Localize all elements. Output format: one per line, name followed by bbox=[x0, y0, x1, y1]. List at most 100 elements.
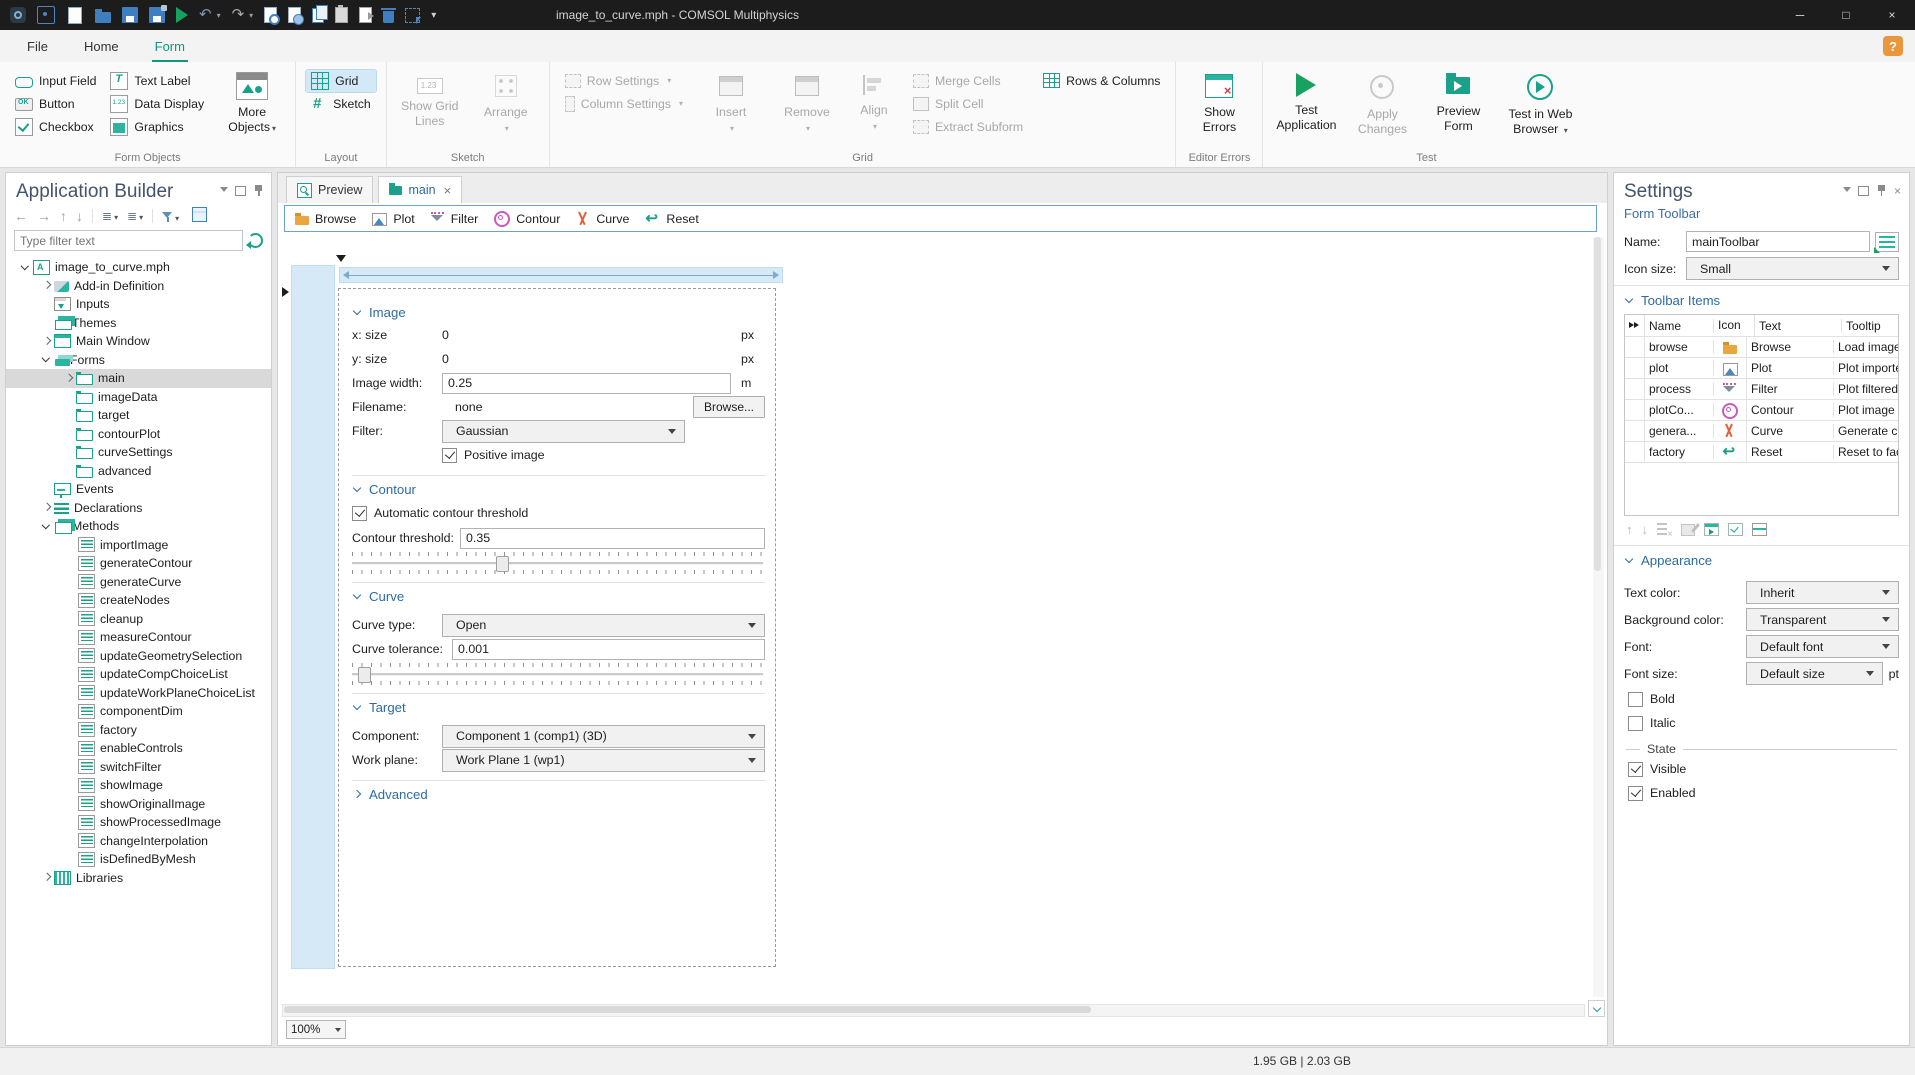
form-toolbar-item[interactable]: Plot bbox=[372, 211, 415, 226]
work-plane-dropdown[interactable]: Work Plane 1 (wp1) bbox=[442, 748, 765, 772]
input-field-button[interactable]: Input Field bbox=[10, 70, 101, 92]
tree-item[interactable]: Forms bbox=[6, 351, 271, 370]
tree-expander-icon[interactable] bbox=[61, 463, 76, 478]
text-label-button[interactable]: Text Label bbox=[105, 70, 209, 92]
tree-expander-icon[interactable] bbox=[61, 815, 76, 830]
tree-expander-icon[interactable] bbox=[39, 870, 54, 885]
font-dropdown[interactable]: Default font bbox=[1746, 635, 1899, 658]
form-toolbar-item[interactable]: Contour bbox=[494, 210, 560, 227]
tree-expander-icon[interactable] bbox=[61, 796, 76, 811]
tree-expander-icon[interactable] bbox=[61, 630, 76, 645]
tree-item[interactable]: Methods bbox=[6, 517, 271, 536]
tab-main[interactable]: main × bbox=[378, 176, 463, 203]
tree-item[interactable]: updateCompChoiceList bbox=[6, 665, 271, 684]
minimize-button[interactable]: ─ bbox=[1777, 0, 1823, 30]
test-application-button[interactable]: Test Application bbox=[1273, 69, 1339, 134]
tree-item[interactable]: Events bbox=[6, 480, 271, 499]
font-size-dropdown[interactable]: Default size bbox=[1746, 662, 1883, 685]
help-button[interactable]: ? bbox=[1883, 36, 1903, 56]
section-collapse-icon[interactable] bbox=[352, 702, 362, 712]
tree-expander-icon[interactable] bbox=[39, 334, 54, 349]
toolbar-item-row[interactable]: factory Reset Reset to fact... bbox=[1625, 441, 1898, 462]
tree-item[interactable]: Libraries bbox=[6, 869, 271, 888]
tree-item[interactable]: imageData bbox=[6, 388, 271, 407]
undo-icon[interactable]: ↶ bbox=[199, 7, 212, 23]
tree-item[interactable]: updateGeometrySelection bbox=[6, 647, 271, 666]
italic-checkbox[interactable]: Italic bbox=[1628, 712, 1675, 734]
icon-size-dropdown[interactable]: Small bbox=[1686, 257, 1899, 280]
contour-threshold-input[interactable] bbox=[460, 527, 765, 549]
expand-columns-icon[interactable] bbox=[1625, 315, 1645, 336]
tab-file[interactable]: File bbox=[24, 33, 51, 62]
move-down-icon[interactable]: ↓ bbox=[76, 208, 83, 224]
positive-image-checkbox[interactable]: Positive image bbox=[442, 444, 545, 466]
tree-item[interactable]: advanced bbox=[6, 462, 271, 481]
tree-item[interactable]: curveSettings bbox=[6, 443, 271, 462]
maximize-button[interactable]: □ bbox=[1823, 0, 1869, 30]
redo-icon[interactable]: ↷ bbox=[232, 7, 245, 23]
add-separator-icon[interactable] bbox=[1752, 523, 1767, 536]
save-as-icon[interactable] bbox=[149, 5, 167, 23]
duplicate-icon[interactable] bbox=[359, 7, 375, 23]
tree-expander-icon[interactable] bbox=[61, 611, 76, 626]
toolbar-item-row[interactable]: plot Plot Plot importe... bbox=[1625, 357, 1898, 378]
component-dropdown[interactable]: Component 1 (comp1) (3D) bbox=[442, 724, 765, 748]
pin-panel-icon[interactable] bbox=[1877, 185, 1886, 197]
open-file-icon[interactable] bbox=[95, 8, 111, 23]
tree-expander-icon[interactable] bbox=[61, 389, 76, 404]
copy-icon[interactable] bbox=[312, 4, 329, 23]
rename-form-icon[interactable] bbox=[1874, 231, 1899, 253]
horizontal-scrollbar[interactable] bbox=[282, 1004, 1585, 1017]
section-target[interactable]: Target bbox=[352, 696, 765, 718]
forward-icon[interactable]: → bbox=[37, 208, 51, 224]
grid-row-gutter[interactable] bbox=[291, 265, 335, 969]
tree-item[interactable]: cleanup bbox=[6, 610, 271, 629]
add-toggle-item-icon[interactable] bbox=[1728, 523, 1743, 536]
scrollbar-thumb[interactable] bbox=[284, 1006, 1091, 1013]
data-display-button[interactable]: Data Display bbox=[105, 93, 209, 115]
section-collapse-icon[interactable] bbox=[352, 591, 362, 601]
tab-preview[interactable]: Preview bbox=[286, 176, 374, 203]
collapse-all-icon[interactable]: ≣ ▾ bbox=[127, 209, 143, 223]
tree-expander-icon[interactable] bbox=[61, 426, 76, 441]
tree-expander-icon[interactable] bbox=[61, 408, 76, 423]
browse-file-button[interactable]: Browse... bbox=[692, 396, 765, 418]
tree-expander-icon[interactable] bbox=[39, 519, 54, 534]
tree-item[interactable]: main bbox=[6, 369, 271, 388]
section-collapse-icon[interactable] bbox=[352, 307, 362, 317]
tree-expander-icon[interactable] bbox=[61, 741, 76, 756]
tree-expander-icon[interactable] bbox=[61, 556, 76, 571]
expand-all-icon[interactable]: ≣ ▾ bbox=[102, 209, 118, 223]
form-design-area[interactable]: Image x: size 0 px y: size 0 px Image width:… bbox=[338, 288, 776, 967]
checkbox-button[interactable]: Checkbox bbox=[10, 116, 101, 138]
form-toolbar-item[interactable]: Browse bbox=[295, 212, 356, 226]
tree-item[interactable]: generateCurve bbox=[6, 573, 271, 592]
graphics-button[interactable]: Graphics bbox=[105, 116, 209, 138]
zoom-control[interactable]: 100% bbox=[286, 1020, 346, 1039]
find-icon[interactable] bbox=[288, 7, 305, 25]
panel-menu-icon[interactable] bbox=[219, 187, 228, 195]
tree-item[interactable]: showOriginalImage bbox=[6, 795, 271, 814]
tree-item[interactable]: Main Window bbox=[6, 332, 271, 351]
tree-item[interactable]: switchFilter bbox=[6, 758, 271, 777]
panel-menu-icon[interactable] bbox=[1842, 187, 1851, 195]
contour-threshold-slider[interactable] bbox=[352, 552, 763, 574]
slider-handle[interactable] bbox=[358, 667, 372, 683]
scroll-corner-icon[interactable] bbox=[1588, 1000, 1605, 1017]
name-input[interactable] bbox=[1686, 231, 1870, 252]
tree-item[interactable]: showImage bbox=[6, 776, 271, 795]
curve-type-dropdown[interactable]: Open bbox=[442, 613, 765, 637]
section-collapse-icon[interactable] bbox=[352, 484, 362, 494]
refresh-icon[interactable] bbox=[246, 233, 263, 249]
back-icon[interactable]: ← bbox=[14, 208, 28, 224]
tree-expander-icon[interactable] bbox=[61, 574, 76, 589]
tree-expander-icon[interactable] bbox=[39, 482, 54, 497]
form-toolbar-object[interactable]: Browse Plot Filter Contour Curve ↩ Reset bbox=[284, 205, 1597, 232]
close-button[interactable]: × bbox=[1869, 0, 1915, 30]
curve-tolerance-input[interactable] bbox=[452, 638, 765, 660]
tree-item[interactable]: measureContour bbox=[6, 628, 271, 647]
tree-expander-icon[interactable] bbox=[39, 315, 54, 330]
grid-mode-button[interactable]: Grid bbox=[305, 68, 377, 93]
slider-handle[interactable] bbox=[495, 556, 509, 572]
tree-item[interactable]: Inputs bbox=[6, 295, 271, 314]
